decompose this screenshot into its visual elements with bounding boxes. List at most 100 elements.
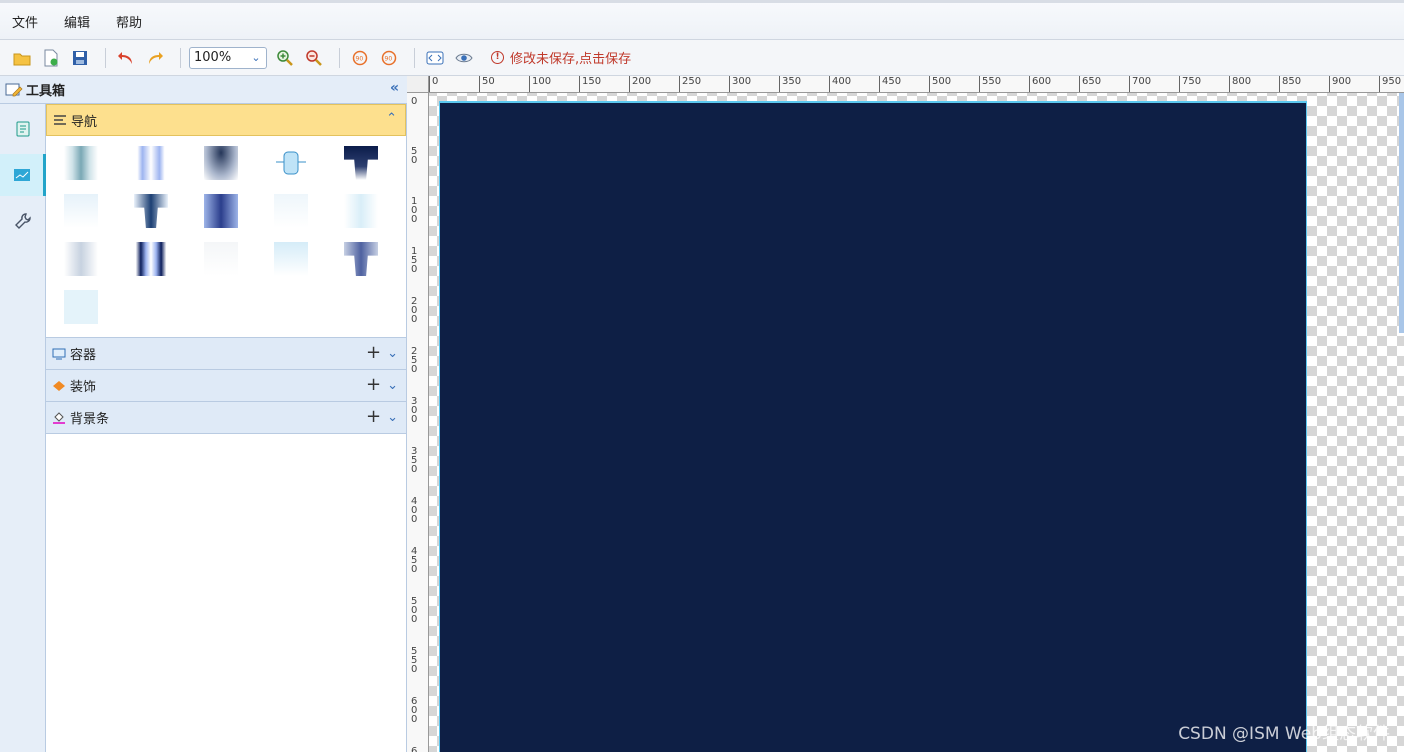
ruler-h-tick: 800 <box>1229 76 1251 92</box>
ruler-v-tick: 50 <box>411 146 418 166</box>
side-tab-page[interactable] <box>0 108 46 150</box>
zoom-in-icon[interactable] <box>273 46 297 70</box>
save-icon[interactable] <box>68 46 92 70</box>
chevron-down-icon[interactable]: ⌄ <box>387 410 398 425</box>
plus-icon[interactable]: + <box>366 376 381 394</box>
zoom-out-icon[interactable] <box>302 46 326 70</box>
ruler-h-tick: 950 <box>1379 76 1401 92</box>
ruler-v-tick: 250 <box>411 346 418 375</box>
navigation-gallery <box>46 136 406 338</box>
toolbar: 100% ⌄ 90 90 ! 修改未保存,点击保存 <box>0 40 1404 76</box>
plus-icon[interactable]: + <box>366 344 381 362</box>
watermark: CSDN @ISM Web组态软件 <box>1178 724 1390 744</box>
rotate-left-icon[interactable]: 90 <box>348 46 372 70</box>
section-navigation[interactable]: 导航 ⌃ <box>46 104 406 136</box>
design-canvas-area[interactable]: 0 50 100 150 200 250 300 350 400 450 500 550 600 650 7… <box>407 76 1404 752</box>
section-container[interactable]: 容器 + ⌄ <box>46 338 406 370</box>
side-tab-tools[interactable] <box>0 200 46 242</box>
plus-icon[interactable]: + <box>366 408 381 426</box>
nav-item-11[interactable] <box>64 242 98 276</box>
nav-item-5[interactable] <box>344 146 378 180</box>
toolbox-icon <box>5 83 23 96</box>
unsaved-notice[interactable]: ! 修改未保存,点击保存 <box>491 48 631 67</box>
nav-item-2[interactable] <box>134 146 168 180</box>
ruler-v-tick: 600 <box>411 696 418 725</box>
vertical-ruler: 0 50 100 150 200 250 300 350 400 450 500 550 600 650 <box>407 93 429 752</box>
new-file-icon[interactable] <box>39 46 63 70</box>
nav-item-4[interactable] <box>274 146 308 180</box>
section-background-bar[interactable]: 背景条 + ⌄ <box>46 402 406 434</box>
menu-help[interactable]: 帮助 <box>116 12 142 31</box>
side-tab-chart[interactable] <box>0 154 46 196</box>
nav-item-13[interactable] <box>204 242 238 276</box>
ruler-h-tick: 650 <box>1079 76 1101 92</box>
ruler-h-tick: 100 <box>529 76 551 92</box>
section-label: 背景条 <box>70 412 110 427</box>
nav-item-16[interactable] <box>64 290 98 324</box>
unsaved-text: 修改未保存,点击保存 <box>510 52 632 67</box>
ruler-v-tick: 400 <box>411 496 418 525</box>
svg-text:90: 90 <box>385 55 393 62</box>
toolbox-title: 工具箱 <box>26 84 66 99</box>
nav-item-7[interactable] <box>134 194 168 228</box>
chevron-down-icon[interactable]: ⌄ <box>246 48 266 68</box>
ruler-h-tick: 500 <box>929 76 951 92</box>
nav-item-10[interactable] <box>344 194 378 228</box>
section-label: 导航 <box>71 114 98 130</box>
nav-item-9[interactable] <box>274 194 308 228</box>
ruler-v-tick: 550 <box>411 646 418 675</box>
ruler-v-tick: 100 <box>411 196 418 225</box>
open-folder-icon[interactable] <box>10 46 34 70</box>
menu-file[interactable]: 文件 <box>12 12 38 31</box>
vertical-scrollbar[interactable] <box>1399 93 1404 333</box>
ruler-h-tick: 50 <box>479 76 495 92</box>
zoom-select[interactable]: 100% ⌄ <box>189 46 267 69</box>
nav-item-3[interactable] <box>204 146 238 180</box>
chevron-down-icon[interactable]: ⌄ <box>387 378 398 393</box>
nav-item-6[interactable] <box>64 194 98 228</box>
ruler-h-tick: 450 <box>879 76 901 92</box>
collapse-left-icon[interactable]: « <box>390 80 399 96</box>
ruler-v-tick: 300 <box>411 396 418 425</box>
toolbox-panel: 导航 ⌃ 容器 + ⌄ 装饰 + ⌄ 背景条 + ⌄ <box>46 104 407 752</box>
preview-eye-icon[interactable] <box>452 46 476 70</box>
code-icon[interactable] <box>423 46 447 70</box>
ruler-v-tick: 450 <box>411 546 418 575</box>
undo-icon[interactable] <box>114 46 138 70</box>
nav-item-1[interactable] <box>64 146 98 180</box>
nav-item-8[interactable] <box>204 194 238 228</box>
section-label: 容器 <box>70 348 97 363</box>
ruler-v-tick: 200 <box>411 296 418 325</box>
ruler-h-tick: 0 <box>429 76 438 92</box>
toolbox-header: 工具箱 « <box>0 76 407 104</box>
nav-item-12[interactable] <box>134 242 168 276</box>
ruler-h-tick: 300 <box>729 76 751 92</box>
chevron-down-icon[interactable]: ⌄ <box>387 346 398 361</box>
ruler-h-tick: 600 <box>1029 76 1051 92</box>
rotate-right-icon[interactable]: 90 <box>377 46 401 70</box>
nav-item-15[interactable] <box>344 242 378 276</box>
alert-icon: ! <box>491 51 504 64</box>
ruler-h-tick: 850 <box>1279 76 1301 92</box>
toolbox-side-tabs <box>0 104 46 752</box>
menu-edit[interactable]: 编辑 <box>64 12 90 31</box>
ruler-h-tick: 550 <box>979 76 1001 92</box>
chart-icon <box>13 169 30 181</box>
page-icon <box>16 121 30 137</box>
paint-bucket-icon <box>53 411 65 424</box>
redo-icon[interactable] <box>143 46 167 70</box>
ruler-v-tick: 0 <box>411 96 418 107</box>
nav-item-14[interactable] <box>274 242 308 276</box>
ruler-h-tick: 400 <box>829 76 851 92</box>
ruler-h-tick: 750 <box>1179 76 1201 92</box>
ruler-h-tick: 200 <box>629 76 651 92</box>
design-stage[interactable] <box>439 101 1307 752</box>
ruler-h-tick: 900 <box>1329 76 1351 92</box>
chevron-up-icon[interactable]: ⌃ <box>386 111 397 126</box>
wrench-icon <box>15 213 31 229</box>
horizontal-ruler: 0 50 100 150 200 250 300 350 400 450 500 550 600 650 7… <box>429 76 1404 93</box>
ruler-h-tick: 700 <box>1129 76 1151 92</box>
section-decoration[interactable]: 装饰 + ⌄ <box>46 370 406 402</box>
section-label: 装饰 <box>70 380 97 395</box>
diamond-icon <box>53 380 65 391</box>
